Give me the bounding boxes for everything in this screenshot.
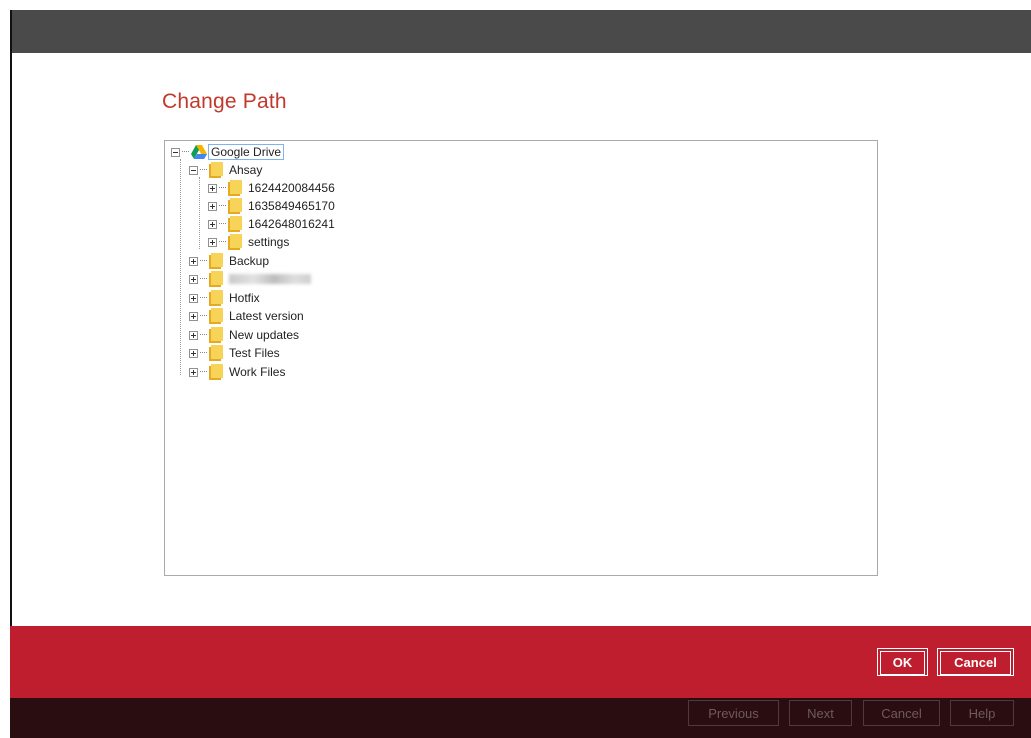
tree-node-label: Ahsay bbox=[229, 163, 263, 177]
collapse-icon[interactable] bbox=[189, 165, 198, 175]
tree-node-label: Google Drive bbox=[208, 144, 285, 160]
tree-node-folder[interactable]: 1642648016241 bbox=[208, 215, 335, 233]
tree-node-folder[interactable]: 1624420084456 bbox=[208, 179, 335, 197]
tree-node-settings[interactable]: settings bbox=[208, 233, 289, 251]
wizard-cancel-button[interactable]: Cancel bbox=[863, 700, 940, 726]
ok-button-label: OK bbox=[880, 651, 925, 675]
help-button[interactable]: Help bbox=[950, 700, 1014, 726]
expand-icon[interactable] bbox=[208, 237, 217, 247]
tree-connector bbox=[200, 334, 207, 336]
expand-icon[interactable] bbox=[208, 183, 217, 193]
cancel-button-label: Cancel bbox=[940, 651, 1011, 675]
page-title: Change Path bbox=[162, 90, 287, 113]
folder-icon bbox=[228, 216, 242, 232]
folder-icon bbox=[209, 327, 223, 343]
tree-node-folder[interactable]: 1635849465170 bbox=[208, 197, 335, 215]
tree-node-label: 1642648016241 bbox=[248, 217, 335, 231]
tree-node-ahsay[interactable]: Ahsay bbox=[189, 161, 262, 179]
tree-node-label: 1635849465170 bbox=[248, 199, 335, 213]
redacted-label bbox=[229, 274, 311, 284]
folder-icon bbox=[209, 290, 223, 306]
tree-node-test-files[interactable]: Test Files bbox=[189, 344, 280, 362]
tree-connector bbox=[199, 177, 200, 249]
expand-icon[interactable] bbox=[208, 201, 217, 211]
tree-node-label: 1624420084456 bbox=[248, 181, 335, 195]
tree-connector bbox=[219, 241, 226, 243]
expand-icon[interactable] bbox=[189, 256, 198, 266]
tree-connector bbox=[219, 205, 226, 207]
folder-icon bbox=[209, 345, 223, 361]
folder-icon bbox=[228, 234, 242, 250]
window-title-bar bbox=[10, 10, 1031, 53]
tree-connector bbox=[180, 159, 181, 375]
tree-node-backup[interactable]: Backup bbox=[189, 252, 269, 270]
tree-node-label: New updates bbox=[229, 328, 300, 342]
tree-connector bbox=[200, 315, 207, 317]
expand-icon[interactable] bbox=[189, 348, 198, 358]
tree-node-redacted[interactable] bbox=[189, 270, 311, 288]
tree-node-label: Work Files bbox=[229, 365, 286, 379]
google-drive-icon bbox=[191, 145, 207, 159]
tree-node-new-updates[interactable]: New updates bbox=[189, 326, 299, 344]
folder-tree[interactable]: Google Drive Ahsay 1624420084456 1635849… bbox=[164, 140, 878, 576]
tree-connector bbox=[182, 151, 189, 153]
tree-connector bbox=[200, 260, 207, 262]
folder-icon bbox=[228, 180, 242, 196]
tree-connector bbox=[219, 223, 226, 225]
folder-icon bbox=[209, 253, 223, 269]
tree-node-work-files[interactable]: Work Files bbox=[189, 363, 285, 381]
expand-icon[interactable] bbox=[189, 293, 198, 303]
tree-node-label: settings bbox=[248, 235, 290, 249]
tree-node-latest-version[interactable]: Latest version bbox=[189, 307, 304, 325]
tree-connector bbox=[200, 371, 207, 373]
tree-connector bbox=[200, 352, 207, 354]
cancel-button[interactable]: Cancel bbox=[937, 648, 1014, 676]
collapse-icon[interactable] bbox=[171, 147, 180, 157]
expand-icon[interactable] bbox=[189, 367, 198, 377]
tree-connector bbox=[200, 169, 207, 171]
folder-icon bbox=[209, 271, 223, 287]
expand-icon[interactable] bbox=[208, 219, 217, 229]
folder-icon bbox=[228, 198, 242, 214]
tree-node-label: Backup bbox=[229, 254, 270, 268]
folder-icon bbox=[209, 364, 223, 380]
tree-node-label: Test Files bbox=[229, 346, 280, 360]
expand-icon[interactable] bbox=[189, 330, 198, 340]
tree-connector bbox=[200, 278, 207, 280]
tree-node-label: Hotfix bbox=[229, 291, 260, 305]
expand-icon[interactable] bbox=[189, 274, 198, 284]
previous-button[interactable]: Previous bbox=[688, 700, 779, 726]
tree-node-hotfix[interactable]: Hotfix bbox=[189, 289, 260, 307]
next-button[interactable]: Next bbox=[789, 700, 852, 726]
folder-icon bbox=[209, 162, 223, 178]
tree-connector bbox=[200, 297, 207, 299]
tree-connector bbox=[219, 187, 226, 189]
ok-button[interactable]: OK bbox=[877, 648, 928, 676]
expand-icon[interactable] bbox=[189, 311, 198, 321]
tree-node-google-drive[interactable]: Google Drive bbox=[171, 143, 285, 161]
folder-icon bbox=[209, 308, 223, 324]
tree-node-label: Latest version bbox=[229, 309, 304, 323]
